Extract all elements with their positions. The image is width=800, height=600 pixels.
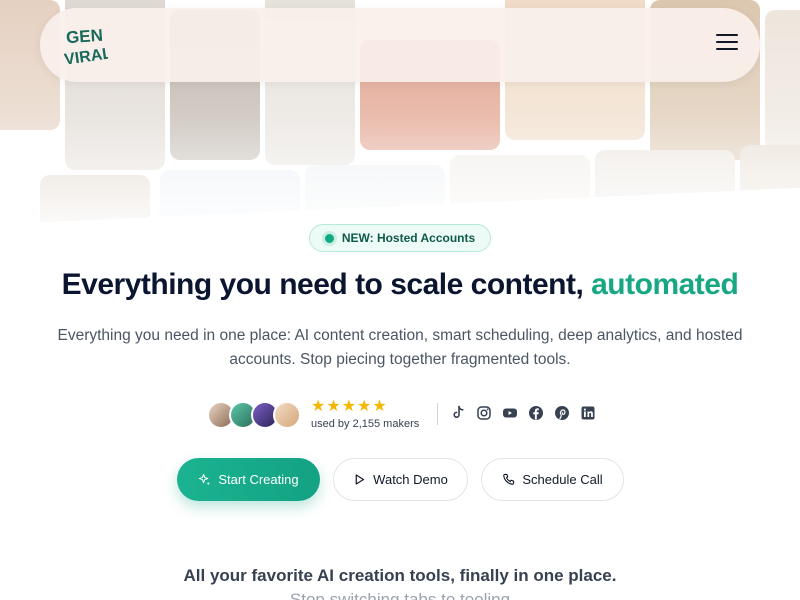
star-rating: ★★★★★	[311, 398, 388, 415]
platform-icons	[450, 405, 596, 421]
top-navbar: GEN VIRAL	[40, 8, 760, 82]
watch-demo-button[interactable]: Watch Demo	[333, 458, 468, 501]
genviral-logo[interactable]: GEN VIRAL	[64, 22, 108, 68]
schedule-call-label: Schedule Call	[522, 472, 603, 487]
features-section-title: All your favorite AI creation tools, fin…	[183, 566, 617, 585]
used-by-count: used by 2,155 makers	[311, 418, 420, 430]
user-avatars	[207, 401, 301, 429]
watch-demo-label: Watch Demo	[373, 472, 448, 487]
sparkle-icon	[199, 473, 211, 486]
logo-text-viral: VIRAL	[64, 45, 108, 68]
avatar	[273, 401, 301, 429]
status-dot-icon	[324, 233, 334, 243]
youtube-icon[interactable]	[502, 405, 518, 421]
new-feature-badge[interactable]: NEW: Hosted Accounts	[309, 224, 491, 252]
play-icon	[355, 474, 365, 485]
features-section-subtitle: Stop switching tabs to tooling	[289, 590, 511, 600]
headline-main: Everything you need to scale content,	[61, 268, 592, 301]
linkedin-icon[interactable]	[580, 405, 596, 421]
phone-icon	[503, 473, 515, 485]
badge-label: NEW: Hosted Accounts	[341, 231, 476, 245]
hamburger-menu-icon[interactable]	[716, 34, 738, 56]
hero-subtitle: Everything you need in one place: AI con…	[57, 327, 743, 368]
divider	[437, 403, 438, 425]
instagram-icon[interactable]	[476, 405, 492, 421]
start-creating-label: Start Creating	[218, 472, 299, 487]
facebook-icon[interactable]	[528, 405, 544, 421]
tiktok-icon[interactable]	[450, 405, 466, 421]
start-creating-button[interactable]: Start Creating	[177, 458, 320, 501]
logo-text-gen: GEN	[65, 26, 103, 48]
pinterest-icon[interactable]	[554, 405, 570, 421]
headline-accent: automated	[591, 268, 739, 301]
page-title: Everything you need to scale content, au…	[0, 268, 800, 302]
schedule-call-button[interactable]: Schedule Call	[481, 458, 624, 501]
